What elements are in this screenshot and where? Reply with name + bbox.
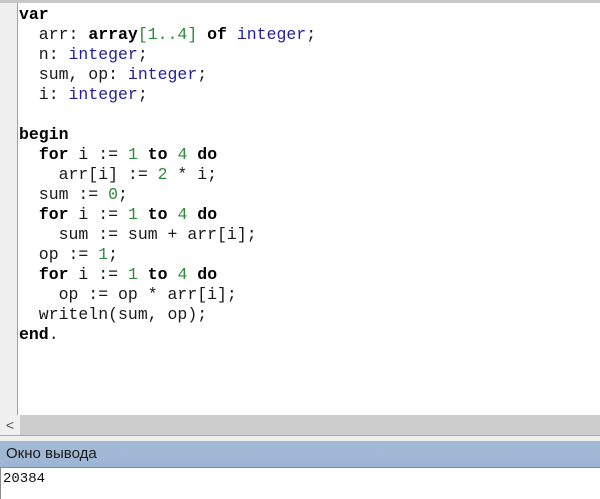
number-token: 1 bbox=[127, 205, 138, 224]
code-line[interactable]: var bbox=[19, 5, 316, 25]
code-token: sum := bbox=[19, 185, 109, 204]
code-line[interactable]: op := 1; bbox=[19, 245, 316, 265]
code-token: ; bbox=[137, 45, 148, 64]
keyword-token: array bbox=[88, 25, 138, 44]
code-token: i := bbox=[68, 265, 128, 284]
code-token: i := bbox=[68, 145, 128, 164]
code-line[interactable]: for i := 1 to 4 do bbox=[19, 145, 316, 165]
keyword-token: do bbox=[197, 265, 218, 284]
output-text[interactable]: 20384 bbox=[0, 467, 600, 499]
keyword-token: of bbox=[207, 25, 227, 44]
code-token: arr[i] := bbox=[19, 165, 158, 184]
code-token: n: bbox=[19, 45, 69, 64]
code-text[interactable]: var arr: array[1..4] of integer; n: inte… bbox=[19, 5, 316, 345]
code-token: i := bbox=[68, 205, 128, 224]
number-token: [1..4] bbox=[137, 25, 198, 44]
keyword-token: begin bbox=[19, 125, 69, 144]
type-token: integer bbox=[68, 85, 138, 104]
code-token: sum := sum + arr[i]; bbox=[19, 225, 257, 244]
code-token: ; bbox=[137, 85, 148, 104]
keyword-token: to bbox=[147, 145, 168, 164]
code-line[interactable]: end. bbox=[19, 325, 316, 345]
number-token: 4 bbox=[177, 265, 188, 284]
code-line[interactable]: i: integer; bbox=[19, 85, 316, 105]
output-panel-title: Окно вывода bbox=[0, 441, 600, 467]
code-token: op := op * arr[i]; bbox=[19, 285, 237, 304]
type-token: integer bbox=[127, 65, 198, 84]
horizontal-scrollbar[interactable]: < bbox=[0, 415, 600, 436]
code-token: ; bbox=[306, 25, 317, 44]
code-line[interactable]: sum := 0; bbox=[19, 185, 316, 205]
code-token: writeln(sum, op); bbox=[19, 305, 208, 324]
type-token: integer bbox=[236, 25, 307, 44]
number-token: 1 bbox=[98, 245, 109, 264]
code-line[interactable]: for i := 1 to 4 do bbox=[19, 205, 316, 225]
code-token: ; bbox=[108, 245, 119, 264]
keyword-token: var bbox=[19, 5, 49, 24]
code-token: * i; bbox=[167, 165, 218, 184]
keyword-token: to bbox=[147, 205, 168, 224]
code-line[interactable]: arr[i] := 2 * i; bbox=[19, 165, 316, 185]
code-editor[interactable]: var arr: array[1..4] of integer; n: inte… bbox=[18, 3, 600, 415]
editor-gutter bbox=[0, 3, 18, 415]
code-line[interactable]: begin bbox=[19, 125, 316, 145]
number-token: 4 bbox=[177, 145, 188, 164]
code-token: i: bbox=[19, 85, 69, 104]
number-token: 1 bbox=[127, 145, 138, 164]
code-line[interactable]: op := op * arr[i]; bbox=[19, 285, 316, 305]
keyword-token: for bbox=[38, 205, 69, 224]
number-token: 1 bbox=[127, 265, 138, 284]
keyword-token: for bbox=[38, 265, 69, 284]
code-token: op := bbox=[19, 245, 99, 264]
keyword-token: do bbox=[197, 205, 218, 224]
code-line[interactable]: sum := sum + arr[i]; bbox=[19, 225, 316, 245]
code-token: . bbox=[48, 325, 59, 344]
code-line[interactable]: arr: array[1..4] of integer; bbox=[19, 25, 316, 45]
keyword-token: to bbox=[147, 265, 168, 284]
code-token: sum, op: bbox=[19, 65, 128, 84]
code-line[interactable]: for i := 1 to 4 do bbox=[19, 265, 316, 285]
code-line[interactable]: n: integer; bbox=[19, 45, 316, 65]
code-line[interactable] bbox=[19, 105, 316, 125]
code-line[interactable]: writeln(sum, op); bbox=[19, 305, 316, 325]
number-token: 2 bbox=[157, 165, 168, 184]
keyword-token: for bbox=[38, 145, 69, 164]
keyword-token: end bbox=[19, 325, 49, 344]
code-token: arr: bbox=[19, 25, 89, 44]
number-token: 4 bbox=[177, 205, 188, 224]
scroll-left-icon[interactable]: < bbox=[0, 415, 20, 435]
type-token: integer bbox=[68, 45, 138, 64]
code-token: ; bbox=[197, 65, 208, 84]
code-line[interactable]: sum, op: integer; bbox=[19, 65, 316, 85]
code-token: ; bbox=[118, 185, 128, 204]
number-token: 0 bbox=[108, 185, 119, 204]
keyword-token: do bbox=[197, 145, 218, 164]
